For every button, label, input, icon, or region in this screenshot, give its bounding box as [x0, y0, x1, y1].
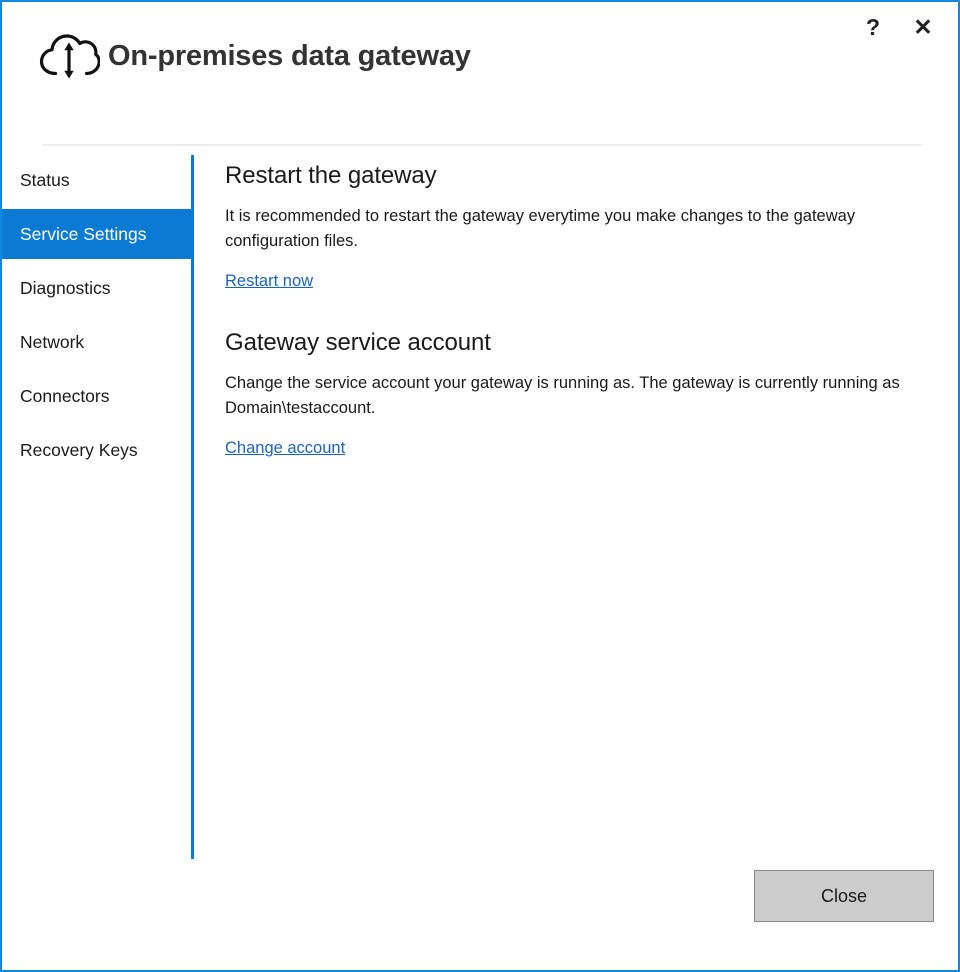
- sidebar-item-status[interactable]: Status: [2, 155, 191, 205]
- settings-panel: Restart the gateway It is recommended to…: [225, 155, 928, 496]
- sidebar-item-connectors[interactable]: Connectors: [2, 371, 191, 421]
- footer-bar: Close: [2, 870, 958, 970]
- change-account-link[interactable]: Change account: [225, 439, 345, 458]
- gateway-service-account-section: Gateway service account Change the servi…: [225, 329, 928, 486]
- restart-gateway-description: It is recommended to restart the gateway…: [225, 207, 856, 250]
- gateway-service-account-heading: Gateway service account: [225, 329, 491, 356]
- page-title: On-premises data gateway: [108, 39, 471, 72]
- restart-now-link[interactable]: Restart now: [225, 272, 313, 291]
- window-controls: ? ✕: [856, 10, 940, 44]
- sidebar-nav: Status Service Settings Diagnostics Netw…: [2, 155, 191, 479]
- sidebar-item-network[interactable]: Network: [2, 317, 191, 367]
- sidebar-item-label: Status: [20, 169, 70, 190]
- app-title-block: On-premises data gateway: [38, 30, 471, 82]
- sidebar-item-recovery-keys[interactable]: Recovery Keys: [2, 425, 191, 475]
- close-window-button[interactable]: ✕: [906, 10, 940, 44]
- restart-gateway-section: Restart the gateway It is recommended to…: [225, 162, 928, 319]
- content-area: Status Service Settings Diagnostics Netw…: [2, 155, 958, 970]
- gateway-configuration-window: On-premises data gateway ? ✕ Status Serv…: [0, 0, 960, 972]
- sidebar-item-diagnostics[interactable]: Diagnostics: [2, 263, 191, 313]
- sidebar-item-label: Network: [20, 331, 85, 352]
- cloud-sync-icon: [38, 30, 100, 82]
- gateway-service-account-description: Change the service account your gateway …: [225, 374, 900, 417]
- sidebar-divider: [191, 155, 194, 859]
- sidebar-item-label: Service Settings: [20, 223, 147, 244]
- header-divider: [42, 144, 922, 146]
- sidebar-item-label: Connectors: [20, 385, 110, 406]
- sidebar-item-label: Recovery Keys: [20, 439, 138, 460]
- close-button[interactable]: Close: [754, 870, 934, 922]
- title-bar: On-premises data gateway ? ✕: [2, 2, 958, 120]
- help-button[interactable]: ?: [856, 10, 890, 44]
- restart-gateway-heading: Restart the gateway: [225, 162, 437, 189]
- sidebar-item-service-settings[interactable]: Service Settings: [2, 209, 191, 259]
- sidebar-item-label: Diagnostics: [20, 277, 111, 298]
